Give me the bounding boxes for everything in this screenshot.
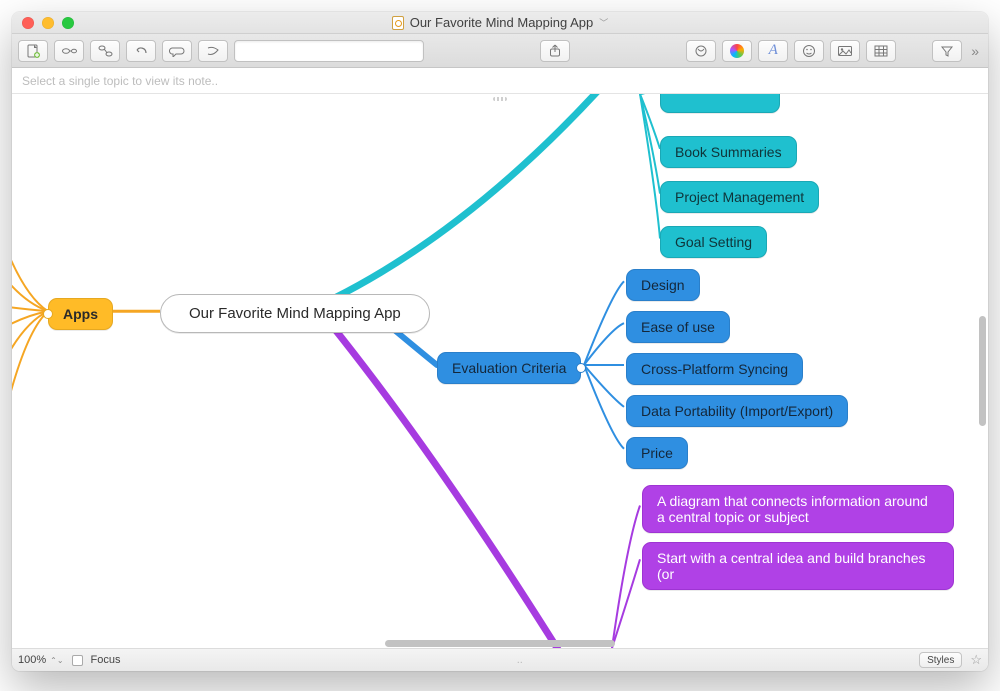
apps-label: Apps	[63, 306, 98, 322]
styles-button[interactable]: Styles	[919, 652, 962, 668]
central-topic[interactable]: Our Favorite Mind Mapping App	[160, 294, 430, 333]
criteria-price[interactable]: Price	[626, 437, 688, 469]
share-button[interactable]	[540, 40, 570, 62]
window-title: Our Favorite Mind Mapping App ﹀	[12, 15, 988, 30]
central-label: Our Favorite Mind Mapping App	[189, 305, 401, 322]
document-icon	[392, 16, 404, 30]
zoom-control[interactable]: 100% ⌃⌄	[18, 654, 64, 666]
definition-branches[interactable]: Start with a central idea and build bran…	[642, 542, 954, 590]
definition-diagram[interactable]: A diagram that connects information arou…	[642, 485, 954, 533]
uses-goal-setting[interactable]: Goal Setting	[660, 226, 767, 258]
criteria-portability[interactable]: Data Portability (Import/Export)	[626, 395, 848, 427]
topic-style-input[interactable]	[234, 40, 424, 62]
add-sibling-topic-button[interactable]	[90, 40, 120, 62]
filter-button[interactable]	[932, 40, 962, 62]
apps-topic[interactable]: Apps	[48, 298, 113, 330]
font-button[interactable]: A	[758, 40, 788, 62]
theme-button[interactable]	[686, 40, 716, 62]
horizontal-scrollbar[interactable]	[385, 640, 615, 647]
title-bar[interactable]: Our Favorite Mind Mapping App ﹀	[12, 12, 988, 34]
uses-topic-partial[interactable]	[660, 94, 780, 113]
add-relationship-button[interactable]	[198, 40, 228, 62]
mind-map-canvas[interactable]: Apps Our Favorite Mind Mapping App Evalu…	[12, 94, 988, 649]
evaluation-label: Evaluation Criteria	[452, 360, 566, 376]
criteria-sync[interactable]: Cross-Platform Syncing	[626, 353, 803, 385]
favorite-star-icon[interactable]: ☆	[970, 652, 982, 668]
new-document-button[interactable]	[18, 40, 48, 62]
traffic-lights	[12, 17, 74, 29]
title-chevron-icon: ﹀	[599, 16, 608, 29]
status-bar: 100% ⌃⌄ Focus .. Styles ☆	[12, 649, 988, 671]
add-child-topic-button[interactable]	[54, 40, 84, 62]
image-button[interactable]	[830, 40, 860, 62]
collapse-toggle-icon[interactable]	[43, 309, 53, 319]
uses-book-summaries[interactable]: Book Summaries	[660, 136, 797, 168]
evaluation-criteria-topic[interactable]: Evaluation Criteria	[437, 352, 581, 384]
criteria-design[interactable]: Design	[626, 269, 700, 301]
zoom-value: 100%	[18, 654, 46, 666]
note-placeholder: Select a single topic to view its note..	[22, 74, 218, 88]
toolbar-overflow-button[interactable]: »	[968, 43, 982, 59]
focus-label: Focus	[91, 654, 121, 666]
note-bar[interactable]: Select a single topic to view its note..	[12, 68, 988, 94]
app-window: Our Favorite Mind Mapping App ﹀	[12, 12, 988, 671]
status-center: ..	[129, 654, 912, 666]
collapse-toggle-icon[interactable]	[576, 363, 586, 373]
undo-button[interactable]	[126, 40, 156, 62]
criteria-ease-of-use[interactable]: Ease of use	[626, 311, 730, 343]
close-window-button[interactable]	[22, 17, 34, 29]
focus-checkbox[interactable]	[72, 655, 83, 666]
color-wheel-icon	[730, 44, 744, 58]
color-button[interactable]	[722, 40, 752, 62]
vertical-scrollbar[interactable]	[979, 316, 986, 426]
window-title-text: Our Favorite Mind Mapping App	[410, 15, 594, 30]
chevron-up-down-icon: ⌃⌄	[50, 656, 63, 665]
uses-project-management[interactable]: Project Management	[660, 181, 819, 213]
zoom-window-button[interactable]	[62, 17, 74, 29]
minimize-window-button[interactable]	[42, 17, 54, 29]
emoji-button[interactable]	[794, 40, 824, 62]
table-button[interactable]	[866, 40, 896, 62]
toolbar: A »	[12, 34, 988, 68]
add-callout-button[interactable]	[162, 40, 192, 62]
